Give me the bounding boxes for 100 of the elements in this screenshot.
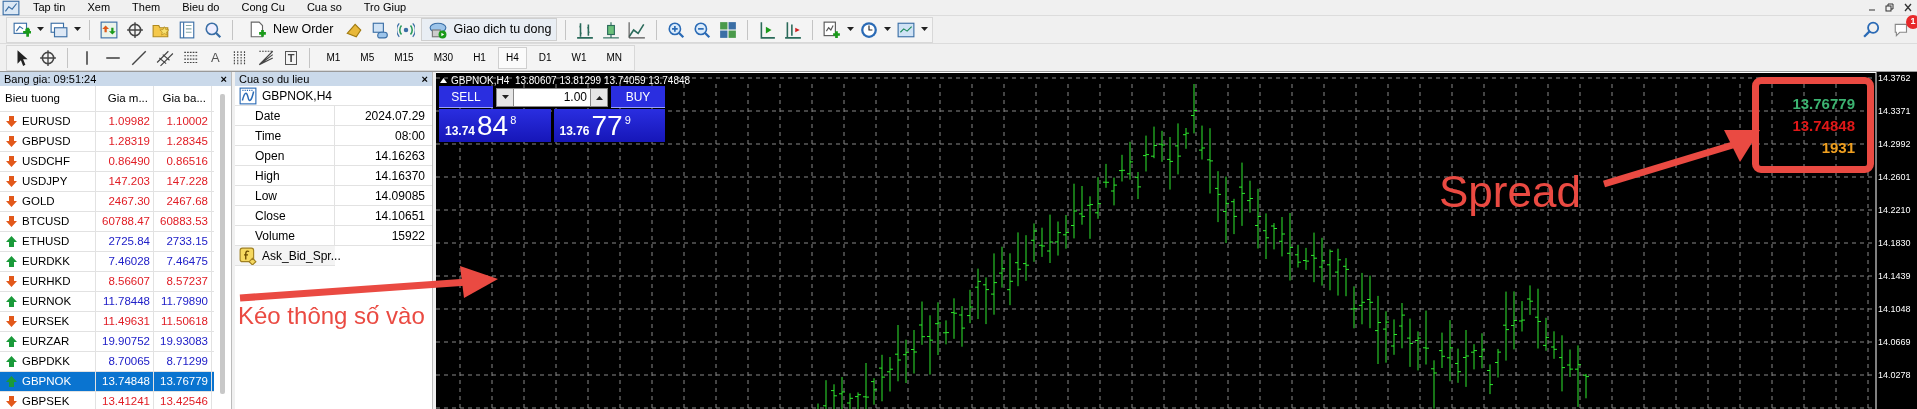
column-header[interactable]: Gia ba... [154, 86, 212, 111]
signal-icon[interactable] [397, 20, 416, 39]
quote-row[interactable]: GBPSEK 13.41241 13.42546 [0, 392, 214, 409]
symbol-text: GBPUSD [22, 133, 71, 149]
quote-row[interactable]: BTCUSD 60788.47 60883.53 [0, 212, 214, 232]
zoom-in-icon[interactable] [667, 20, 686, 39]
symbol-text: GBPSEK [22, 393, 70, 409]
ask-cell: 13.76779 [154, 372, 212, 391]
column-header[interactable]: Bieu tuong [0, 86, 96, 111]
indicator-plus-icon[interactable] [823, 20, 842, 39]
quote-row[interactable]: USDCHF 0.86490 0.86516 [0, 152, 214, 172]
menu-item[interactable]: Xem [76, 1, 122, 14]
arrows-icon[interactable] [100, 20, 118, 39]
line-chart-icon[interactable] [628, 20, 647, 39]
timeframe-button[interactable]: H1 [465, 46, 494, 69]
column-header[interactable]: Gia m... [96, 86, 154, 111]
caret-icon[interactable] [847, 27, 855, 32]
bid-cell: 2725.84 [96, 232, 154, 251]
quote-row[interactable]: EURSEK 11.49631 11.50618 [0, 312, 214, 332]
timeframe-button[interactable]: W1 [563, 46, 595, 69]
windows-icon[interactable] [50, 20, 68, 39]
caret-icon[interactable] [884, 27, 892, 32]
timeframe-button[interactable]: M1 [318, 46, 349, 69]
crosshair-icon[interactable] [39, 48, 57, 67]
price-axis-label: 14.2992 [1878, 139, 1911, 150]
cloud-monitor-icon[interactable] [371, 20, 390, 39]
price-axis-label: 14.1439 [1878, 271, 1911, 282]
symbol-text: GOLD [22, 193, 55, 209]
close-button[interactable]: × [220, 74, 227, 84]
data-label: Volume [235, 226, 335, 245]
bar-chart-icon[interactable] [576, 20, 595, 39]
quote-row[interactable]: GBPNOK 13.74848 13.76779 [0, 372, 214, 392]
caret-icon[interactable] [74, 27, 81, 32]
close-icon[interactable] [1903, 3, 1913, 12]
sell-button[interactable]: SELL [439, 86, 493, 108]
menu-item[interactable]: Cong Cu [230, 1, 296, 14]
ask-cell: 60883.53 [154, 212, 212, 231]
trendline-icon[interactable] [130, 48, 148, 67]
new-order-button[interactable]: New Order [241, 18, 340, 41]
quote-row[interactable]: GBPUSD 1.28319 1.28345 [0, 132, 214, 152]
autoscroll-icon[interactable] [758, 20, 777, 39]
menu-item[interactable]: Cua so [295, 1, 353, 14]
menu-item[interactable]: Tro Giup [352, 1, 418, 14]
menu-item[interactable]: Them [121, 1, 172, 14]
quote-row[interactable]: EURHKD 8.56607 8.57237 [0, 272, 214, 292]
channel-icon[interactable] [156, 48, 174, 67]
quote-row[interactable]: ETHUSD 2725.84 2733.15 [0, 232, 214, 252]
tile-windows-icon[interactable] [719, 20, 738, 39]
buy-button[interactable]: BUY [611, 86, 665, 108]
quote-row[interactable]: EURZAR 19.90752 19.93083 [0, 332, 214, 352]
caret-icon[interactable] [37, 27, 44, 32]
text-tool-button[interactable]: A [206, 47, 225, 68]
bid-cell: 147.203 [96, 172, 154, 191]
scrollbar[interactable] [220, 94, 225, 394]
caret-icon[interactable] [921, 27, 929, 32]
quote-row[interactable]: EURNOK 11.78448 11.79890 [0, 292, 214, 312]
restore-icon[interactable] [1885, 3, 1895, 12]
data-label: High [235, 166, 335, 185]
search-icon[interactable] [1863, 20, 1881, 39]
clock-icon[interactable] [860, 20, 879, 39]
quote-row[interactable]: GOLD 2467.30 2467.68 [0, 192, 214, 212]
text-label-tool-button[interactable]: T [284, 50, 298, 65]
timeframe-button[interactable]: M15 [386, 46, 422, 69]
quote-row[interactable]: USDJPY 147.203 147.228 [0, 172, 214, 192]
indicator-value: 13.76779 [1792, 94, 1855, 112]
menu-item[interactable]: Bieu do [171, 1, 231, 14]
bid-cell: 60788.47 [96, 212, 154, 231]
timeframe-button[interactable]: MN [598, 46, 631, 69]
close-button[interactable]: × [421, 74, 428, 84]
panel-title: Bang gia: 09:51:24 [4, 71, 97, 87]
magnifier-icon[interactable] [204, 20, 222, 39]
quote-row[interactable]: EURUSD 1.09982 1.10002 [0, 112, 214, 132]
lot-up-button[interactable] [590, 87, 608, 107]
panel-title: Cua so du lieu [239, 71, 310, 87]
symbol-text: EURNOK [22, 293, 72, 309]
timeframe-button[interactable]: H4 [497, 46, 527, 69]
chart-shift-icon[interactable] [784, 20, 803, 39]
quote-row[interactable]: EURDKK 7.46028 7.46475 [0, 252, 214, 272]
timeframe-button[interactable]: M5 [352, 46, 383, 69]
crosshair-icon[interactable] [126, 20, 144, 39]
symbol-text: GBPNOK [22, 373, 72, 389]
symbol-text: EURUSD [22, 113, 71, 129]
zoom-out-icon[interactable] [693, 20, 712, 39]
chart-plus-icon[interactable] [13, 20, 31, 39]
timeframe-button[interactable]: D1 [530, 46, 560, 69]
template-icon[interactable] [897, 20, 916, 39]
lot-down-button[interactable] [496, 87, 514, 107]
lot-input[interactable]: 1.00 [514, 87, 590, 107]
collapse-triangle-icon[interactable] [440, 78, 447, 83]
price-axis-label: 14.3371 [1878, 106, 1911, 117]
indicator-name: Ask_Bid_Spr... [262, 247, 341, 265]
ask-cell: 7.46475 [154, 252, 212, 271]
menu-item[interactable]: Tap tin [22, 1, 77, 14]
ask-cell: 1.28345 [154, 132, 212, 151]
data-label: Low [235, 186, 335, 205]
timeframe-button[interactable]: M30 [425, 46, 462, 69]
candlestick-icon[interactable] [602, 20, 621, 39]
fan-icon[interactable] [256, 48, 275, 67]
auto-trading-button[interactable]: Giao dich tu dong [421, 18, 558, 41]
panel-icon[interactable] [178, 20, 196, 39]
